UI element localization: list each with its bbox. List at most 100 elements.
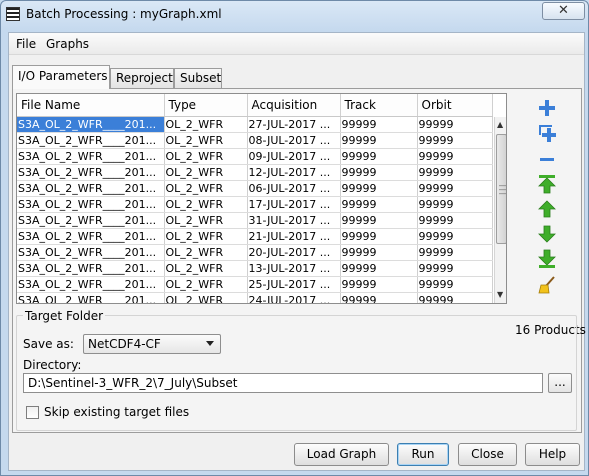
scrollbar-thumb[interactable]: ― ― ― [496, 134, 507, 244]
scroll-down-icon[interactable]: ▼ [497, 290, 503, 299]
cell-orbit: 99999 [417, 228, 493, 245]
cell-type: OL_2_WFR [164, 148, 248, 165]
cell-track: 99999 [340, 228, 418, 245]
tab-reproject[interactable]: Reproject [110, 68, 174, 88]
cell-orbit: 99999 [417, 116, 493, 133]
cell-track: 99999 [340, 292, 418, 303]
cell-track: 99999 [340, 148, 418, 165]
cell-track: 99999 [340, 212, 418, 229]
remove-product-icon[interactable] [537, 149, 557, 169]
move-top-icon[interactable] [537, 174, 557, 194]
cell-track: 99999 [340, 116, 418, 133]
add-opened-products-icon[interactable] [537, 123, 557, 143]
cell-type: OL_2_WFR [164, 164, 248, 181]
table-row[interactable]: S3A_OL_2_WFR____201... OL_2_WFR 12-JUL-201… [17, 164, 493, 181]
column-header-track[interactable]: Track [340, 94, 418, 117]
cell-track: 99999 [340, 260, 418, 277]
scroll-up-icon[interactable]: ▲ [497, 120, 503, 129]
clear-list-icon[interactable] [537, 275, 557, 295]
cell-acquisition: 21-JUL-2017 ... [247, 228, 341, 245]
cell-orbit: 99999 [417, 196, 493, 213]
cell-orbit: 99999 [417, 244, 493, 261]
chevron-down-icon [206, 341, 214, 346]
cell-acquisition: 06-JUL-2017 ... [247, 180, 341, 197]
target-folder-group: Target Folder Save as: NetCDF4-CF Direct… [16, 309, 577, 431]
cell-track: 99999 [340, 244, 418, 261]
move-bottom-icon[interactable] [537, 249, 557, 269]
table-header: File Name Type Acquisition Track Orbit [17, 94, 493, 117]
table-row[interactable]: S3A_OL_2_WFR____201... OL_2_WFR 20-JUL-201… [17, 244, 493, 261]
target-folder-legend: Target Folder [23, 309, 106, 323]
batch-processing-window: Batch Processing : myGraph.xml ✕ File Gr… [0, 0, 589, 476]
table-row[interactable]: S3A_OL_2_WFR____201... OL_2_WFR 09-JUL-201… [17, 148, 493, 165]
menu-bar: File Graphs [9, 33, 584, 55]
cell-acquisition: 25-JUL-2017 ... [247, 276, 341, 293]
cell-track: 99999 [340, 276, 418, 293]
cell-file-name: S3A_OL_2_WFR____201... [17, 212, 165, 229]
table-row[interactable]: S3A_OL_2_WFR____201... OL_2_WFR 27-JUL-201… [17, 116, 493, 133]
table-row[interactable]: S3A_OL_2_WFR____201... OL_2_WFR 08-JUL-201… [17, 132, 493, 149]
cell-acquisition: 12-JUL-2017 ... [247, 164, 341, 181]
table-row[interactable]: S3A_OL_2_WFR____201... OL_2_WFR 24-JUL-201… [17, 292, 493, 303]
table-row[interactable]: S3A_OL_2_WFR____201... OL_2_WFR 17-JUL-201… [17, 196, 493, 213]
cell-type: OL_2_WFR [164, 228, 248, 245]
browse-button[interactable]: ... [548, 373, 572, 393]
app-icon [6, 7, 20, 21]
table-row[interactable]: S3A_OL_2_WFR____201... OL_2_WFR 25-JUL-201… [17, 276, 493, 293]
cell-track: 99999 [340, 180, 418, 197]
window-title: Batch Processing : myGraph.xml [26, 7, 222, 21]
move-up-icon[interactable] [537, 199, 557, 219]
table-row[interactable]: S3A_OL_2_WFR____201... OL_2_WFR 06-JUL-201… [17, 180, 493, 197]
title-bar[interactable]: Batch Processing : myGraph.xml ✕ [1, 1, 588, 29]
column-header-orbit[interactable]: Orbit [417, 94, 493, 117]
cell-acquisition: 13-JUL-2017 ... [247, 260, 341, 277]
close-button[interactable]: Close [458, 443, 517, 466]
cell-orbit: 99999 [417, 148, 493, 165]
skip-existing-label[interactable]: Skip existing target files [44, 405, 189, 419]
menu-graphs[interactable]: Graphs [41, 36, 94, 52]
cell-type: OL_2_WFR [164, 292, 248, 303]
cell-file-name: S3A_OL_2_WFR____201... [17, 148, 165, 165]
save-format-value: NetCDF4-CF [88, 337, 161, 351]
cell-type: OL_2_WFR [164, 116, 248, 133]
save-format-select[interactable]: NetCDF4-CF [83, 334, 221, 354]
cell-orbit: 99999 [417, 260, 493, 277]
cell-orbit: 99999 [417, 212, 493, 229]
table-row[interactable]: S3A_OL_2_WFR____201... OL_2_WFR 13-JUL-201… [17, 260, 493, 277]
cell-file-name: S3A_OL_2_WFR____201... [17, 132, 165, 149]
product-toolbar: 16 Products [512, 93, 586, 337]
table-row[interactable]: S3A_OL_2_WFR____201... OL_2_WFR 31-JUL-201… [17, 212, 493, 229]
cell-file-name: S3A_OL_2_WFR____201... [17, 164, 165, 181]
help-button[interactable]: Help [525, 443, 580, 466]
cell-orbit: 99999 [417, 164, 493, 181]
add-product-icon[interactable] [537, 98, 557, 118]
dialog-body: File Graphs I/O Parameters Reproject Sub… [8, 32, 586, 471]
load-graph-button[interactable]: Load Graph [294, 443, 389, 466]
window-close-button[interactable]: ✕ [542, 2, 585, 20]
cell-acquisition: 20-JUL-2017 ... [247, 244, 341, 261]
io-parameters-panel: File Name Type Acquisition Track Orbit S… [12, 88, 586, 433]
cell-acquisition: 27-JUL-2017 ... [247, 116, 341, 133]
move-down-icon[interactable] [537, 224, 557, 244]
run-button[interactable]: Run [397, 443, 449, 466]
column-header-type[interactable]: Type [164, 94, 248, 117]
cell-file-name: S3A_OL_2_WFR____201... [17, 276, 165, 293]
cell-file-name: S3A_OL_2_WFR____201... [17, 228, 165, 245]
column-header-file-name[interactable]: File Name [17, 94, 165, 117]
skip-existing-checkbox[interactable] [26, 406, 39, 419]
tab-subset[interactable]: Subset [174, 68, 222, 88]
cell-file-name: S3A_OL_2_WFR____201... [17, 244, 165, 261]
table-row[interactable]: S3A_OL_2_WFR____201... OL_2_WFR 21-JUL-201… [17, 228, 493, 245]
cell-acquisition: 24-JUL-2017 ... [247, 292, 341, 303]
cell-type: OL_2_WFR [164, 196, 248, 213]
grip-icon: ― ― ― [499, 181, 507, 198]
column-header-acquisition[interactable]: Acquisition [247, 94, 341, 117]
cell-type: OL_2_WFR [164, 212, 248, 229]
directory-input[interactable]: D:\Sentinel-3_WFR_2\7_July\Subset [23, 373, 543, 393]
table-scrollbar[interactable]: ▲ ― ― ― ▼ [494, 117, 507, 303]
cell-orbit: 99999 [417, 132, 493, 149]
menu-file[interactable]: File [11, 36, 41, 52]
product-table: File Name Type Acquisition Track Orbit S… [16, 93, 507, 304]
tab-io-parameters[interactable]: I/O Parameters [12, 65, 110, 89]
cell-acquisition: 31-JUL-2017 ... [247, 212, 341, 229]
